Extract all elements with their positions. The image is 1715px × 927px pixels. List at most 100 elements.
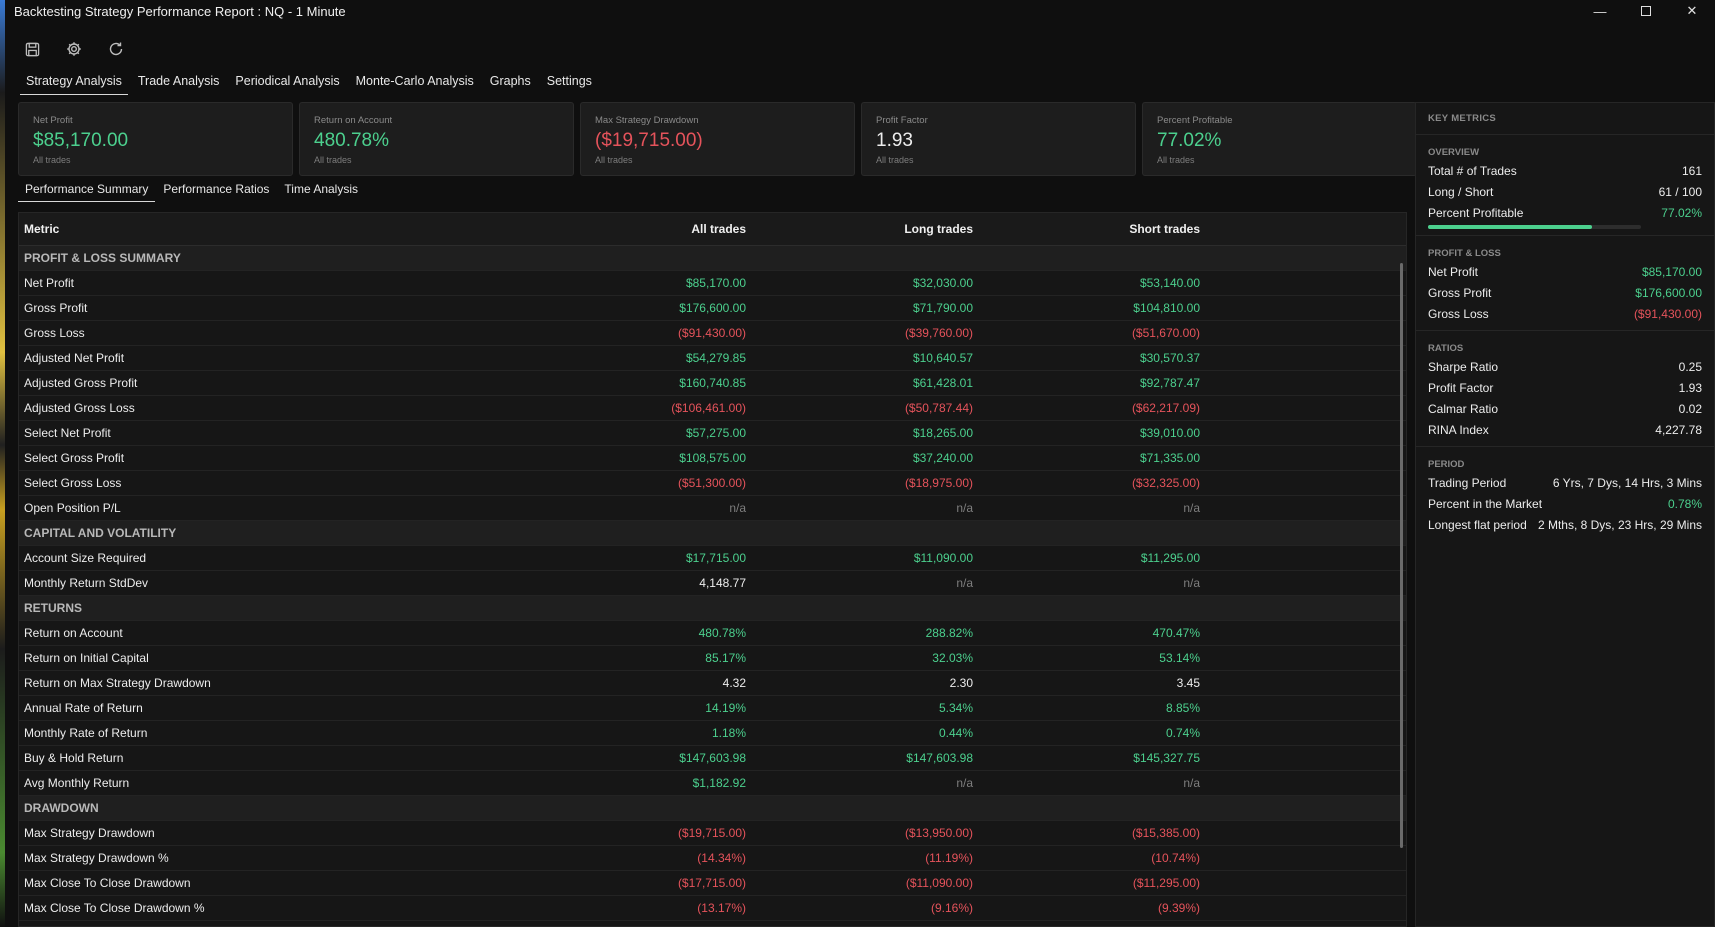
metric-name: Annual Rate of Return xyxy=(24,701,143,715)
long-trades-value: 0.44% xyxy=(938,726,973,740)
short-trades-value: $92,787.47 xyxy=(1139,376,1200,390)
table-row[interactable]: Open Position P/L n/a n/a n/a xyxy=(19,496,1406,521)
key-metric-row: Percent Profitable 77.02% xyxy=(1428,202,1702,223)
table-row[interactable]: Adjusted Net Profit $54,279.85 $10,640.57 $… xyxy=(19,346,1406,371)
table-row[interactable]: Buy & Hold Return $147,603.98 $147,603.98 $… xyxy=(19,746,1406,771)
key-metric-row: Calmar Ratio 0.02 xyxy=(1428,398,1702,419)
long-trades-value: $11,090.00 xyxy=(913,551,973,565)
short-trades-value: $11,295.00 xyxy=(1140,551,1200,565)
table-row[interactable]: Max Strategy Drawdown % (14.34%) (11.19%) (… xyxy=(19,846,1406,871)
header-metric[interactable]: Metric xyxy=(19,222,519,236)
table-row[interactable]: Monthly Return StdDev 4,148.77 n/a n/a xyxy=(19,571,1406,596)
key-metric-label: Net Profit xyxy=(1428,264,1479,279)
table-row[interactable]: Adjusted Gross Profit $160,740.85 $61,428.… xyxy=(19,371,1406,396)
long-trades-value: $37,240.00 xyxy=(912,451,973,465)
key-metric-value: 161 xyxy=(1681,163,1702,178)
table-row[interactable]: Gross Loss ($91,430.00) ($39,760.00) ($51,6… xyxy=(19,321,1406,346)
settings-icon xyxy=(67,42,81,56)
key-metric-row: Total # of Trades 161 xyxy=(1428,160,1702,181)
refresh-button[interactable] xyxy=(105,38,127,60)
table-scrollbar[interactable] xyxy=(1400,263,1403,848)
table-row[interactable]: Avg Monthly Return $1,182.92 n/a n/a xyxy=(19,771,1406,796)
metric-name: Net Profit xyxy=(24,276,75,290)
metric-name: Buy & Hold Return xyxy=(24,751,124,765)
key-metric-value: 0.78% xyxy=(1667,496,1702,511)
tab-periodical-analysis[interactable]: Periodical Analysis xyxy=(229,73,345,95)
toolbar xyxy=(5,35,1715,63)
card-subtitle: All trades xyxy=(595,155,633,165)
all-trades-value: n/a xyxy=(729,501,746,515)
card-value: 480.78% xyxy=(314,130,390,151)
table-row[interactable]: Annual Rate of Return 14.19% 5.34% 8.85% xyxy=(19,696,1406,721)
long-trades-value: ($50,787.44) xyxy=(904,401,973,415)
long-trades-value: 2.30 xyxy=(949,676,973,690)
short-trades-value: $145,327.75 xyxy=(1133,751,1200,765)
key-metric-row: Gross Loss ($91,430.00) xyxy=(1428,303,1702,324)
key-metric-label: RINA Index xyxy=(1428,422,1489,437)
header-long-trades[interactable]: Long trades xyxy=(746,222,973,236)
short-trades-value: $71,335.00 xyxy=(1139,451,1200,465)
minimize-button[interactable]: — xyxy=(1577,0,1623,22)
short-trades-value: ($15,385.00) xyxy=(1131,826,1200,840)
close-button[interactable]: ✕ xyxy=(1669,0,1715,22)
header-short-trades[interactable]: Short trades xyxy=(973,222,1200,236)
all-trades-value: $17,715.00 xyxy=(685,551,746,565)
tab-strategy-analysis[interactable]: Strategy Analysis xyxy=(20,73,128,95)
settings-button[interactable] xyxy=(63,38,85,60)
key-metric-row: Profit Factor 1.93 xyxy=(1428,377,1702,398)
refresh-icon xyxy=(109,42,123,56)
tab-performance-ratios[interactable]: Performance Ratios xyxy=(156,182,276,202)
table-row[interactable]: Max Close To Close Drawdown % (13.17%) (9.… xyxy=(19,896,1406,921)
maximize-button[interactable] xyxy=(1623,0,1669,22)
summary-cards: Net Profit $85,170.00 All trades Return on … xyxy=(18,102,1417,176)
metric-name: Adjusted Net Profit xyxy=(24,351,125,365)
table-row[interactable]: Adjusted Gross Loss ($106,461.00) ($50,787… xyxy=(19,396,1406,421)
long-trades-value: (9.16%) xyxy=(930,901,973,915)
tab-graphs[interactable]: Graphs xyxy=(484,73,537,95)
short-trades-value: $39,010.00 xyxy=(1139,426,1200,440)
header-all-trades[interactable]: All trades xyxy=(519,222,746,236)
performance-summary-table: Metric All trades Long trades Short trad… xyxy=(18,212,1407,927)
tab-time-analysis[interactable]: Time Analysis xyxy=(277,182,365,202)
long-trades-value: ($18,975.00) xyxy=(904,476,973,490)
maximize-icon xyxy=(1641,6,1651,16)
save-button[interactable] xyxy=(21,38,43,60)
key-metric-value: $85,170.00 xyxy=(1641,264,1702,279)
key-metric-row: Trading Period 6 Yrs, 7 Dys, 14 Hrs, 3 Mi… xyxy=(1428,472,1702,493)
window-title: Backtesting Strategy Performance Report … xyxy=(14,3,346,19)
tab-monte-carlo-analysis[interactable]: Monte-Carlo Analysis xyxy=(350,73,480,95)
table-row[interactable]: Account Size Required $17,715.00 $11,090.0… xyxy=(19,546,1406,571)
group-title-period: PERIOD xyxy=(1428,459,1465,470)
table-header: Metric All trades Long trades Short trad… xyxy=(19,213,1406,246)
long-trades-value: $10,640.57 xyxy=(912,351,973,365)
key-metric-value: 1.93 xyxy=(1678,380,1702,395)
metric-name: Select Gross Loss xyxy=(24,476,122,490)
table-row[interactable]: Max Close To Close Drawdown ($17,715.00) (… xyxy=(19,871,1406,896)
metric-name: Return on Max Strategy Drawdown xyxy=(24,676,211,690)
table-row[interactable]: Gross Profit $176,600.00 $71,790.00 $104,81… xyxy=(19,296,1406,321)
all-trades-value: $85,170.00 xyxy=(685,276,746,290)
table-row[interactable]: Net Profit $85,170.00 $32,030.00 $53,140.00 xyxy=(19,271,1406,296)
long-trades-value: (11.19%) xyxy=(925,851,973,865)
tab-performance-summary[interactable]: Performance Summary xyxy=(18,182,156,202)
tab-trade-analysis[interactable]: Trade Analysis xyxy=(132,73,226,95)
long-trades-value: ($13,950.00) xyxy=(904,826,973,840)
all-trades-value: 85.17% xyxy=(705,651,746,665)
table-row[interactable]: Select Gross Loss ($51,300.00) ($18,975.00… xyxy=(19,471,1406,496)
table-row[interactable]: Select Net Profit $57,275.00 $18,265.00 $39… xyxy=(19,421,1406,446)
table-row[interactable]: Max Strategy Drawdown ($19,715.00) ($13,95… xyxy=(19,821,1406,846)
all-trades-value: $160,740.85 xyxy=(679,376,746,390)
table-row[interactable]: Return on Account 480.78% 288.82% 470.47% xyxy=(19,621,1406,646)
tab-settings[interactable]: Settings xyxy=(541,73,598,95)
long-trades-value: $32,030.00 xyxy=(912,276,973,290)
group-divider xyxy=(1416,330,1714,331)
key-metric-value: 0.02 xyxy=(1678,401,1702,416)
table-row[interactable]: Return on Max Strategy Drawdown 4.32 2.30 3… xyxy=(19,671,1406,696)
table-row[interactable]: Select Gross Profit $108,575.00 $37,240.00… xyxy=(19,446,1406,471)
main-tab-bar: Strategy Analysis Trade Analysis Periodica… xyxy=(20,73,602,95)
key-metric-value: 6 Yrs, 7 Dys, 14 Hrs, 3 Mins xyxy=(1552,475,1702,490)
table-row[interactable]: Monthly Rate of Return 1.18% 0.44% 0.74% xyxy=(19,721,1406,746)
all-trades-value: $176,600.00 xyxy=(679,301,746,315)
table-row[interactable]: Return on Initial Capital 85.17% 32.03% 53.… xyxy=(19,646,1406,671)
key-metric-row: RINA Index 4,227.78 xyxy=(1428,419,1702,440)
